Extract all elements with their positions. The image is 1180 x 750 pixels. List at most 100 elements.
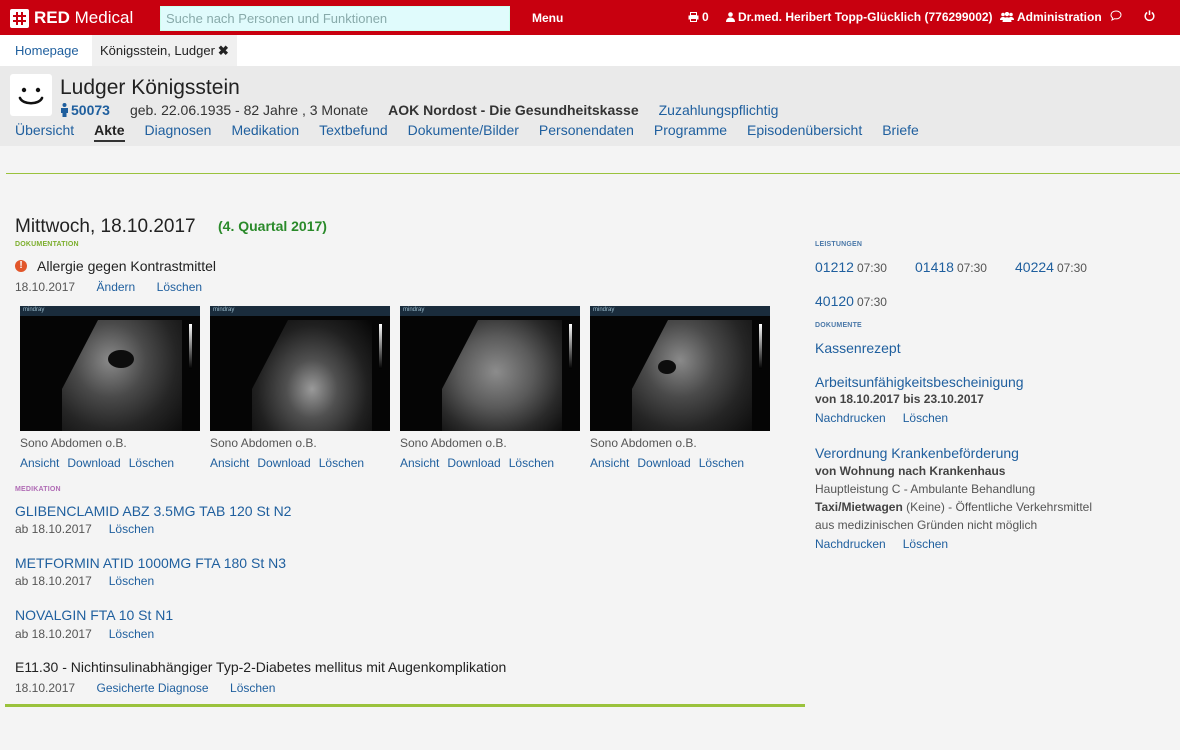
transport-link[interactable]: Verordnung Krankenbeförderung (815, 445, 1019, 461)
insurance-name: AOK Nordost - Die Gesundheitskasse (388, 102, 639, 118)
delete-link[interactable]: Löschen (109, 574, 154, 588)
close-icon[interactable]: ✖ (218, 43, 229, 58)
printer-icon (688, 12, 699, 22)
divider (6, 173, 1180, 174)
tab-diagnosen[interactable]: Diagnosen (145, 122, 212, 142)
delete-link[interactable]: Löschen (509, 456, 554, 470)
tab-medikation[interactable]: Medikation (231, 122, 299, 142)
service-code[interactable]: 01212 07:30 (815, 259, 887, 275)
service-code[interactable]: 40224 07:30 (1015, 259, 1087, 275)
view-link[interactable]: Ansicht (590, 456, 629, 470)
print-queue-button[interactable]: 0 (688, 10, 709, 24)
administration-button[interactable]: Administration (1000, 10, 1102, 24)
tab-homepage[interactable]: Homepage (7, 35, 87, 66)
tab-patient[interactable]: Königsstein, Ludger ✖ (92, 35, 237, 66)
copay-link[interactable]: Zuzahlungspflichtig (659, 102, 779, 118)
administration-label: Administration (1017, 10, 1102, 24)
power-icon (1144, 10, 1155, 21)
entry-date: Mittwoch, 18.10.2017 (15, 216, 196, 237)
image-brand: mindray (23, 307, 45, 313)
reprint-link[interactable]: Nachdrucken (815, 537, 886, 551)
delete-link[interactable]: Löschen (109, 522, 154, 536)
tab-uebersicht[interactable]: Übersicht (15, 122, 74, 142)
image-brand: mindray (593, 307, 615, 313)
view-link[interactable]: Ansicht (400, 456, 439, 470)
download-link[interactable]: Download (447, 456, 500, 470)
ultrasound-image[interactable]: mindray (210, 306, 390, 431)
medication-label: MEDIKATION (15, 486, 61, 493)
au-link[interactable]: Arbeitsunfähigkeitsbescheinigung (815, 374, 1024, 390)
medication-name[interactable]: NOVALGIN FTA 10 St N1 (15, 607, 173, 623)
delete-link[interactable]: Löschen (129, 456, 174, 470)
tab-personendaten[interactable]: Personendaten (539, 122, 634, 142)
patient-nav: Übersicht Akte Diagnosen Medikation Text… (15, 122, 939, 142)
edit-link[interactable]: Ändern (97, 280, 136, 294)
medication-meta: ab 18.10.2017 Löschen (15, 574, 154, 588)
image-card: mindray Sono Abdomen o.B. Ansicht Downloa… (590, 306, 770, 470)
allergy-text: Allergie gegen Kontrastmittel (37, 258, 216, 274)
service-code[interactable]: 01418 07:30 (915, 259, 987, 275)
delete-link[interactable]: Löschen (903, 411, 948, 425)
image-card: mindray Sono Abdomen o.B. Ansicht Downloa… (210, 306, 390, 470)
print-count: 0 (702, 10, 709, 24)
tab-akte[interactable]: Akte (94, 122, 125, 142)
patient-birth: geb. 22.06.1935 - 82 Jahre , 3 Monate (129, 102, 369, 118)
tab-dokumente-bilder[interactable]: Dokumente/Bilder (408, 122, 519, 142)
app-logo[interactable]: RED Medical (10, 7, 133, 29)
tab-patient-label: Königsstein, Ludger (100, 43, 215, 58)
allergy-meta: 18.10.2017 Ändern Löschen (15, 278, 202, 296)
medication-meta: ab 18.10.2017 Löschen (15, 522, 154, 536)
search-input[interactable] (160, 6, 510, 31)
reprint-link[interactable]: Nachdrucken (815, 411, 886, 425)
tab-programme[interactable]: Programme (654, 122, 727, 142)
patient-header: Ludger Königsstein 50073 geb. 22.06.1935… (0, 66, 1180, 146)
diagnosis-status-link[interactable]: Gesicherte Diagnose (97, 681, 209, 695)
tab-episodenuebersicht[interactable]: Episodenübersicht (747, 122, 862, 142)
delete-link[interactable]: Löschen (903, 537, 948, 551)
users-icon (1000, 12, 1014, 22)
medication-since: ab 18.10.2017 (15, 627, 92, 641)
medication-name[interactable]: METFORMIN ATID 1000MG FTA 180 St N3 (15, 555, 286, 571)
delete-link[interactable]: Löschen (109, 627, 154, 641)
medication-name[interactable]: GLIBENCLAMID ABZ 3.5MG TAB 120 St N2 (15, 503, 291, 519)
transport-actions: Nachdrucken Löschen (815, 537, 948, 551)
transport-main: Hauptleistung C - Ambulante Behandlung (815, 482, 1036, 496)
ultrasound-image[interactable]: mindray (400, 306, 580, 431)
patient-avatar (10, 74, 52, 116)
ultrasound-image[interactable]: mindray (20, 306, 200, 431)
view-link[interactable]: Ansicht (210, 456, 249, 470)
delete-link[interactable]: Löschen (699, 456, 744, 470)
chat-bubble-icon (1110, 10, 1122, 21)
image-brand: mindray (403, 307, 425, 313)
service-code[interactable]: 40120 07:30 (815, 293, 887, 309)
transport-vehicle: Taxi/Mietwagen (Keine) - Öffentliche Ver… (815, 500, 1092, 514)
hash-logo-icon (10, 8, 29, 28)
user-name: Dr.med. Heribert Topp-Glücklich (7762990… (738, 10, 993, 24)
image-caption: Sono Abdomen o.B. (210, 436, 317, 450)
allergy-date: 18.10.2017 (15, 280, 76, 294)
smiley-icon (18, 87, 44, 105)
image-caption: Sono Abdomen o.B. (20, 436, 127, 450)
services-label: LEISTUNGEN (815, 241, 863, 248)
medication-since: ab 18.10.2017 (15, 574, 92, 588)
tab-briefe[interactable]: Briefe (882, 122, 919, 142)
diagnosis-meta: 18.10.2017 Gesicherte Diagnose Löschen (15, 679, 275, 697)
patient-id[interactable]: 50073 (71, 102, 110, 118)
download-link[interactable]: Download (257, 456, 310, 470)
tab-textbefund[interactable]: Textbefund (319, 122, 388, 142)
menu-button[interactable]: Menu (532, 11, 563, 25)
view-link[interactable]: Ansicht (20, 456, 59, 470)
delete-link[interactable]: Löschen (157, 280, 202, 294)
tab-bar: Homepage Königsstein, Ludger ✖ (0, 35, 1180, 66)
download-link[interactable]: Download (637, 456, 690, 470)
user-menu[interactable]: Dr.med. Heribert Topp-Glücklich (7762990… (726, 10, 993, 24)
chat-button[interactable] (1110, 10, 1125, 21)
delete-link[interactable]: Löschen (230, 681, 275, 695)
delete-link[interactable]: Löschen (319, 456, 364, 470)
kassenrezept-link[interactable]: Kassenrezept (815, 340, 901, 356)
logout-button[interactable] (1144, 10, 1158, 21)
ultrasound-image[interactable]: mindray (590, 306, 770, 431)
image-card: mindray Sono Abdomen o.B. Ansicht Downloa… (400, 306, 580, 470)
medication-since: ab 18.10.2017 (15, 522, 92, 536)
download-link[interactable]: Download (67, 456, 120, 470)
